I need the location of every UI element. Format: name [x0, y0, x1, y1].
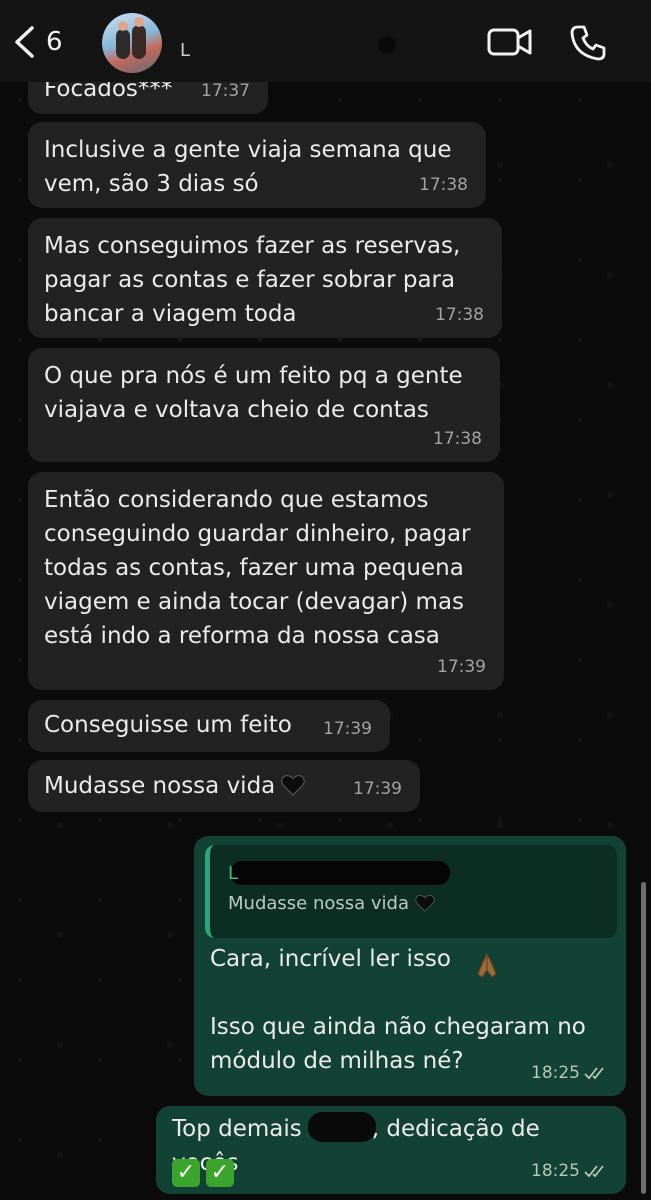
message-bubble-outgoing[interactable]: Top demais, dedicação de vocês ✓✓ 18:25: [156, 1106, 626, 1194]
praying-hands-icon: [477, 952, 497, 978]
message-text-start: Top demais: [172, 1116, 302, 1142]
black-heart-icon: [281, 775, 306, 796]
message-time: 18:25: [531, 1154, 608, 1188]
redaction-mark: [378, 36, 396, 54]
contact-name[interactable]: L: [180, 40, 190, 61]
message-bubble[interactable]: Conseguisse um feito 17:39: [28, 700, 390, 752]
message-text: Então considerando que estamos conseguin…: [44, 487, 471, 649]
message-time: 17:38: [433, 429, 482, 449]
message-text-content: Mudasse nossa vida: [44, 773, 276, 799]
check-mark-button-icon: ✓: [206, 1159, 234, 1187]
message-time-text: 18:25: [531, 1063, 580, 1083]
message-text: Inclusive a gente viaja semana que vem, …: [44, 137, 452, 197]
contact-avatar[interactable]: [102, 13, 162, 73]
message-time: 17:39: [437, 657, 486, 677]
scrollbar[interactable]: [641, 882, 646, 1194]
quoted-message[interactable]: L Mudasse nossa vida: [205, 845, 617, 938]
redaction-mark: [308, 1112, 376, 1142]
double-check-icon: [584, 1165, 604, 1178]
quoted-text-content: Mudasse nossa vida: [228, 893, 409, 914]
quoted-text: Mudasse nossa vida: [228, 893, 435, 914]
message-text: Mas conseguimos fazer as reservas, pagar…: [44, 233, 461, 327]
message-time-text: 18:25: [531, 1161, 580, 1181]
message-bubble[interactable]: O que pra nós é um feito pq a gente viaj…: [28, 348, 500, 462]
message-time: 17:39: [323, 719, 372, 739]
quoted-author: L: [228, 863, 239, 884]
redaction-mark: [230, 861, 450, 885]
message-bubble[interactable]: Então considerando que estamos conseguin…: [28, 472, 504, 690]
emoji-row: ✓ ✓: [172, 1152, 240, 1187]
video-call-icon[interactable]: [487, 25, 533, 59]
unread-count: 6: [46, 27, 63, 57]
black-heart-icon: [415, 894, 435, 912]
message-bubble[interactable]: Inclusive a gente viaja semana que vem, …: [28, 122, 486, 208]
message-time: 17:39: [353, 779, 402, 799]
double-check-icon: [584, 1067, 604, 1080]
check-mark-button-icon: ✓: [172, 1159, 200, 1187]
back-button[interactable]: 6: [12, 22, 63, 62]
message-bubble[interactable]: Mudasse nossa vida 17:39: [28, 760, 420, 812]
message-time: 17:38: [435, 305, 484, 325]
chat-header: 6 L: [0, 0, 651, 82]
message-time: 18:25: [531, 1056, 608, 1090]
chevron-left-icon: [15, 26, 34, 58]
message-bubble[interactable]: Mas conseguimos fazer as reservas, pagar…: [28, 218, 502, 338]
message-time: 17:38: [419, 175, 468, 195]
reply-text: Cara, incrível ler isso Isso que ainda n…: [210, 946, 586, 1074]
message-text: O que pra nós é um feito pq a gente viaj…: [44, 363, 463, 423]
phone-icon[interactable]: [569, 24, 607, 62]
